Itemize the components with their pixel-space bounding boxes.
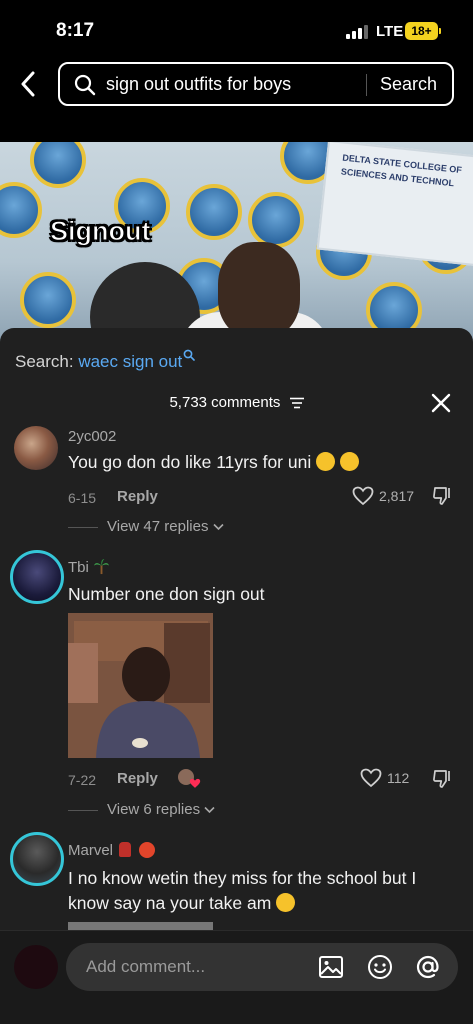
avatar[interactable]: [14, 426, 58, 470]
avatar[interactable]: [10, 832, 64, 886]
backpack-emoji: [119, 842, 132, 857]
back-button[interactable]: [14, 66, 42, 102]
chevron-down-icon: [204, 806, 215, 814]
view-replies-label: View 6 replies: [107, 801, 201, 818]
status-bar: 8:17 LTE 18+: [0, 0, 473, 58]
background-badge: [0, 182, 42, 238]
background-badge: [248, 192, 304, 248]
mention-icon[interactable]: [415, 954, 441, 980]
emoji-icon[interactable]: [367, 954, 393, 980]
comment-username[interactable]: Tbi: [68, 558, 110, 576]
dislike-icon[interactable]: [432, 769, 454, 789]
reply-button[interactable]: Reply: [117, 488, 158, 505]
comment-count: 5,733 comments: [0, 394, 473, 411]
comment-date: 6-15: [68, 490, 97, 506]
view-replies-button[interactable]: View 6 replies: [107, 801, 215, 818]
heart-icon: [360, 768, 382, 788]
comment-composer: [0, 930, 473, 1024]
battery-icon: 18+: [405, 22, 438, 40]
comment-text: Number one don sign out: [68, 584, 265, 604]
like-count: 2,817: [379, 488, 415, 504]
comment-date: 7-22: [68, 772, 97, 788]
like-count: 112: [387, 770, 410, 786]
video-caption: Signout: [49, 216, 151, 247]
view-replies-label: View 47 replies: [107, 518, 209, 535]
replies-divider: [68, 810, 98, 811]
comment-body: You go don do like 11yrs for uni: [68, 452, 312, 472]
angry-face-emoji: [139, 842, 156, 858]
grinning-sweat-emoji: [276, 893, 296, 912]
search-divider: [366, 74, 367, 96]
signal-icon: [346, 25, 370, 39]
search-input[interactable]: sign out outfits for boys: [106, 74, 291, 95]
person-figure: [218, 242, 300, 338]
search-bar[interactable]: sign out outfits for boys Search: [58, 62, 454, 106]
comment-text: You go don do like 11yrs for uni: [68, 450, 460, 475]
heart-icon: [189, 778, 201, 788]
reply-button[interactable]: Reply: [117, 770, 158, 787]
related-search-prefix: Search:: [15, 352, 74, 371]
background-badge: [20, 272, 76, 328]
view-replies-button[interactable]: View 47 replies: [107, 518, 224, 535]
status-time: 8:17: [56, 20, 95, 41]
network-type: LTE: [376, 23, 404, 40]
video-player[interactable]: DELTA STATE COLLEGE OF SCIENCES AND TECH…: [0, 142, 473, 342]
weary-face-emoji: [316, 452, 336, 471]
comment-username[interactable]: 2yc002: [68, 428, 116, 445]
related-search-link[interactable]: Search: waec sign out: [15, 346, 196, 372]
replies-divider: [68, 527, 98, 528]
close-icon[interactable]: [430, 392, 452, 414]
heart-icon: [352, 486, 374, 506]
dislike-icon[interactable]: [432, 486, 454, 506]
comment-username-text: Tbi: [68, 559, 89, 576]
chevron-down-icon: [213, 523, 224, 531]
comment-input[interactable]: [86, 955, 306, 979]
creator-liked-badge: [178, 769, 204, 791]
search-button[interactable]: Search: [380, 74, 437, 95]
like-button[interactable]: 112: [360, 768, 409, 788]
search-icon: [74, 74, 96, 96]
like-button[interactable]: 2,817: [352, 486, 414, 506]
comment-input-container[interactable]: [66, 943, 458, 991]
comment-image[interactable]: [68, 613, 213, 758]
comment-text: I no know wetin they miss for the school…: [68, 866, 460, 916]
laughing-face-emoji: [339, 452, 359, 471]
back-arrow-icon: [21, 71, 35, 97]
avatar[interactable]: [10, 550, 64, 604]
comment-body: I no know wetin they miss for the school…: [68, 868, 417, 913]
image-icon[interactable]: [318, 954, 344, 980]
search-icon: [183, 346, 196, 361]
comment-username-text: Marvel: [68, 842, 114, 859]
background-badge: [186, 184, 242, 240]
palm-tree-emoji: [93, 558, 110, 575]
battery-tip: [439, 28, 441, 34]
background-badge: [30, 142, 86, 188]
comment-username[interactable]: Marvel: [68, 842, 156, 859]
related-search-query[interactable]: waec sign out: [78, 352, 182, 371]
video-banner: DELTA STATE COLLEGE OF SCIENCES AND TECH…: [316, 142, 473, 267]
child-photo: [68, 613, 213, 758]
comments-sheet: Search: waec sign out 5,733 comments 2yc…: [0, 328, 473, 1024]
filter-icon[interactable]: [289, 397, 304, 409]
avatar[interactable]: [14, 945, 58, 989]
comment-count-label: 5,733 comments: [169, 394, 281, 411]
